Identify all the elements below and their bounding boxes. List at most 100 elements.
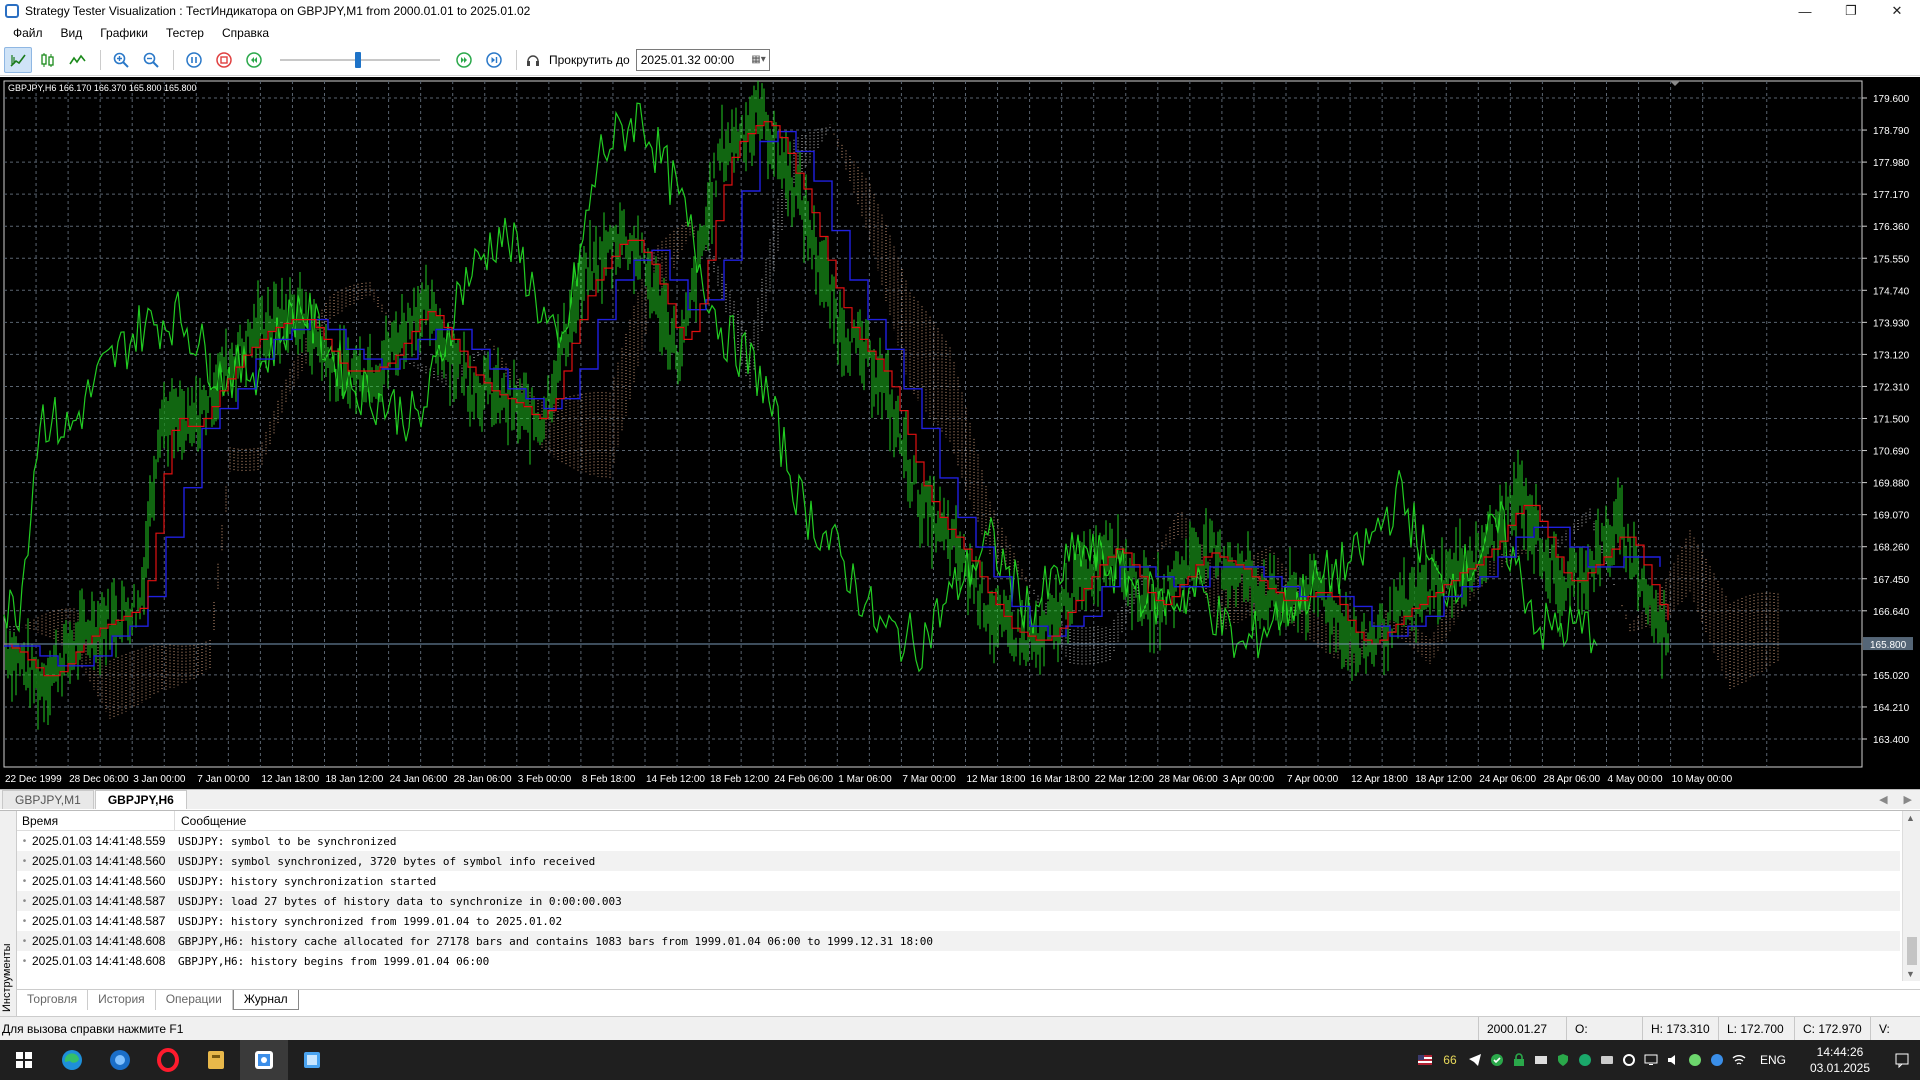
language-indicator[interactable]: ENG bbox=[1750, 1053, 1796, 1067]
log-row[interactable]: • 2025.01.03 14:41:48.608 GBPJPY,H6: histo… bbox=[17, 951, 1900, 971]
column-time[interactable]: Время bbox=[17, 811, 175, 830]
security-check-icon[interactable] bbox=[1486, 1040, 1508, 1080]
pause-icon[interactable] bbox=[180, 47, 208, 73]
menu-charts[interactable]: Графики bbox=[91, 22, 157, 44]
menu-help[interactable]: Справка bbox=[213, 22, 278, 44]
crosshair-icon[interactable] bbox=[4, 46, 32, 73]
monitor-icon[interactable] bbox=[1640, 1040, 1662, 1080]
green-circle-icon[interactable] bbox=[1574, 1040, 1596, 1080]
log-message: USDJPY: symbol synchronized, 3720 bytes … bbox=[178, 854, 596, 868]
speed-slider[interactable] bbox=[280, 47, 440, 73]
blue-app-icon[interactable] bbox=[96, 1040, 144, 1080]
maximize-button[interactable]: ❐ bbox=[1828, 0, 1874, 22]
scrollbar-thumb[interactable] bbox=[1907, 937, 1917, 965]
tab-next-icon[interactable]: ▶ bbox=[1904, 791, 1912, 809]
scroll-up-icon[interactable]: ▲ bbox=[1906, 813, 1915, 823]
tab-operations[interactable]: Операции bbox=[156, 990, 233, 1010]
status-bar: Для вызова справки нажмите F1 2000.01.27… bbox=[0, 1016, 1920, 1060]
log-time: 2025.01.03 14:41:48.587 bbox=[32, 894, 166, 908]
windows-start-icon[interactable] bbox=[0, 1040, 48, 1080]
hardware-icon[interactable] bbox=[1530, 1040, 1552, 1080]
price-axis-label: 163.400 bbox=[1873, 735, 1910, 746]
zoom-out-icon[interactable] bbox=[137, 47, 165, 73]
minimize-button[interactable]: — bbox=[1782, 0, 1828, 22]
tray-counter[interactable]: 66 bbox=[1436, 1040, 1464, 1080]
opera-browser-icon[interactable] bbox=[144, 1040, 192, 1080]
volume-icon[interactable] bbox=[1662, 1040, 1684, 1080]
time-axis-label: 28 Jan 06:00 bbox=[454, 774, 512, 785]
candles-icon[interactable] bbox=[34, 47, 62, 73]
log-row[interactable]: • 2025.01.03 14:41:48.587 USDJPY: history … bbox=[17, 911, 1900, 931]
tab-trade[interactable]: Торговля bbox=[17, 990, 89, 1010]
line-chart-icon[interactable] bbox=[64, 47, 92, 73]
log-row[interactable]: • 2025.01.03 14:41:48.608 GBPJPY,H6: histo… bbox=[17, 931, 1900, 951]
skip-to-end-icon[interactable] bbox=[480, 47, 508, 73]
stop-icon[interactable] bbox=[210, 47, 238, 73]
slow-down-icon[interactable] bbox=[240, 47, 268, 73]
log-scrollbar[interactable]: ▲ ▼ bbox=[1902, 811, 1920, 981]
tab-gbpjpy-m1[interactable]: GBPJPY,M1 bbox=[2, 790, 94, 809]
log-bullet-icon: • bbox=[22, 935, 27, 947]
scroll-date-input[interactable]: 2025.01.32 00:00 ▦▾ bbox=[635, 48, 770, 71]
zoom-in-icon[interactable] bbox=[107, 47, 135, 73]
column-message[interactable]: Сообщение bbox=[175, 811, 246, 830]
close-button[interactable]: ✕ bbox=[1874, 0, 1920, 22]
price-axis-label: 173.120 bbox=[1873, 350, 1910, 361]
log-row[interactable]: • 2025.01.03 14:41:48.560 USDJPY: history … bbox=[17, 871, 1900, 891]
chart-area[interactable]: 179.600 178.790 177.980 177.170 176.360 175.5… bbox=[0, 77, 1920, 789]
scroll-date-value: 2025.01.32 00:00 bbox=[640, 52, 735, 67]
tab-gbpjpy-h6[interactable]: GBPJPY,H6 bbox=[94, 790, 187, 809]
price-axis-label: 170.690 bbox=[1873, 447, 1910, 458]
system-clock[interactable]: 14:44:26 03.01.2025 bbox=[1796, 1044, 1884, 1076]
time-axis-label: 18 Apr 12:00 bbox=[1415, 774, 1472, 785]
notifications-icon[interactable] bbox=[1884, 1052, 1920, 1068]
time-axis-label: 22 Dec 1999 bbox=[5, 774, 62, 785]
flag-icon[interactable] bbox=[1414, 1040, 1436, 1080]
status-high: H: 173.310 bbox=[1642, 1016, 1718, 1041]
time-axis-label: 18 Jan 12:00 bbox=[326, 774, 384, 785]
log-message: GBPJPY,H6: history begins from 1999.01.0… bbox=[178, 954, 490, 968]
log-message: USDJPY: load 27 bytes of history data to… bbox=[178, 894, 622, 908]
tab-prev-icon[interactable]: ◀ bbox=[1879, 791, 1887, 809]
status-datetime: 2000.01.27 06:00 bbox=[1478, 1016, 1566, 1060]
log-list: • 2025.01.03 14:41:48.559 USDJPY: symbol t… bbox=[17, 831, 1900, 971]
log-row[interactable]: • 2025.01.03 14:41:48.559 USDJPY: symbol t… bbox=[17, 831, 1900, 851]
shield-icon[interactable] bbox=[1552, 1040, 1574, 1080]
wifi-icon[interactable] bbox=[1728, 1040, 1750, 1080]
status-help-text: Для вызова справки нажмите F1 bbox=[2, 1021, 184, 1036]
log-row[interactable]: • 2025.01.03 14:41:48.560 USDJPY: symbol s… bbox=[17, 851, 1900, 871]
storage-icon[interactable] bbox=[1596, 1040, 1618, 1080]
scroll-to-icon[interactable] bbox=[523, 47, 543, 73]
menu-tester[interactable]: Тестер bbox=[157, 22, 213, 44]
metatrader-icon[interactable] bbox=[288, 1040, 336, 1080]
toolbox-side-label[interactable]: Инструменты bbox=[0, 811, 17, 1016]
price-chart[interactable]: 179.600 178.790 177.980 177.170 176.360 175.5… bbox=[0, 77, 1920, 789]
file-manager-icon[interactable] bbox=[192, 1040, 240, 1080]
tab-history[interactable]: История bbox=[88, 990, 156, 1010]
price-axis-label: 177.980 bbox=[1873, 158, 1910, 169]
strategy-tester-icon[interactable] bbox=[240, 1040, 288, 1080]
speed-slider-thumb[interactable] bbox=[355, 51, 361, 68]
vpn-icon[interactable] bbox=[1684, 1040, 1706, 1080]
network-settings-icon[interactable] bbox=[1618, 1040, 1640, 1080]
scroll-down-icon[interactable]: ▼ bbox=[1906, 969, 1915, 979]
edge-browser-icon[interactable] bbox=[48, 1040, 96, 1080]
menu-file[interactable]: Файл bbox=[4, 22, 52, 44]
price-axis-label: 176.360 bbox=[1873, 222, 1910, 233]
menu-view[interactable]: Вид bbox=[52, 22, 92, 44]
log-message: USDJPY: history synchronization started bbox=[178, 874, 437, 888]
time-axis-label: 24 Apr 06:00 bbox=[1479, 774, 1536, 785]
chart-tabs: GBPJPY,M1 GBPJPY,H6 ◀ ▶ bbox=[0, 789, 1920, 809]
toolbar: Прокрутить до 2025.01.32 00:00 ▦▾ bbox=[0, 44, 1920, 76]
telegram-icon[interactable] bbox=[1464, 1040, 1486, 1080]
speed-up-icon[interactable] bbox=[450, 47, 478, 73]
menu-bar: Файл Вид Графики Тестер Справка bbox=[0, 22, 1920, 44]
lock-icon[interactable] bbox=[1508, 1040, 1530, 1080]
globe-icon[interactable] bbox=[1706, 1040, 1728, 1080]
calendar-dropdown-icon[interactable]: ▦▾ bbox=[751, 54, 768, 65]
log-row[interactable]: • 2025.01.03 14:41:48.587 USDJPY: load 27 … bbox=[17, 891, 1900, 911]
time-axis-label: 14 Feb 12:00 bbox=[646, 774, 705, 785]
tab-journal[interactable]: Журнал bbox=[232, 990, 299, 1010]
price-axis-label: 175.550 bbox=[1873, 254, 1910, 265]
system-tray: 66 ENG 14:44:26 03.01.2025 bbox=[1414, 1040, 1920, 1080]
